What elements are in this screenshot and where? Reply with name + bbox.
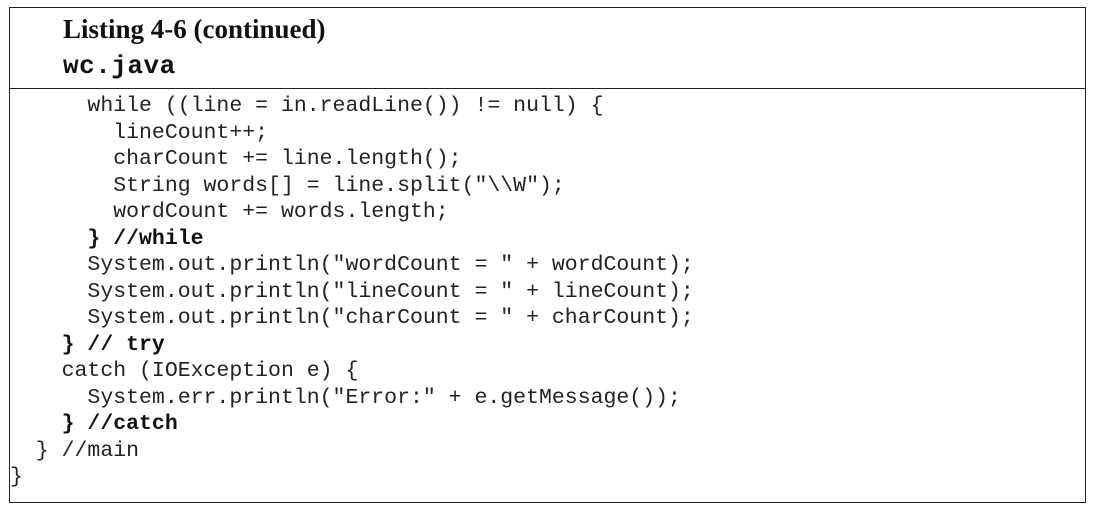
listing-header: Listing 4-6 (continued) wc.java <box>10 8 1085 89</box>
code-line: lineCount++; <box>10 120 269 145</box>
code-line: System.out.println("charCount = " + char… <box>10 306 694 330</box>
code-line: } // try <box>10 332 165 357</box>
code-line: System.out.println("lineCount = " + line… <box>10 279 694 304</box>
code-line: } //main <box>10 438 140 463</box>
code-line: System.err.println("Error:" + e.getMessa… <box>10 385 681 410</box>
code-listing: Listing 4-6 (continued) wc.java while ((… <box>9 7 1086 503</box>
listing-title: Listing 4-6 (continued) <box>63 14 326 44</box>
code-line: while ((line = in.readLine()) != null) { <box>10 94 604 118</box>
code-line: } <box>10 465 23 489</box>
code-line: charCount += line.length(); <box>10 147 462 171</box>
code-line: System.out.println("wordCount = " + word… <box>10 253 694 277</box>
code-body: while ((line = in.readLine()) != null) {… <box>10 89 1085 491</box>
code-line: wordCount += words.length; <box>10 200 449 224</box>
code-line: } //while <box>10 226 204 251</box>
code-line: String words[] = line.split("\\W"); <box>10 173 565 198</box>
code-line: } //catch <box>10 412 178 436</box>
code-line: catch (IOException e) { <box>10 359 359 383</box>
listing-filename: wc.java <box>63 51 176 81</box>
